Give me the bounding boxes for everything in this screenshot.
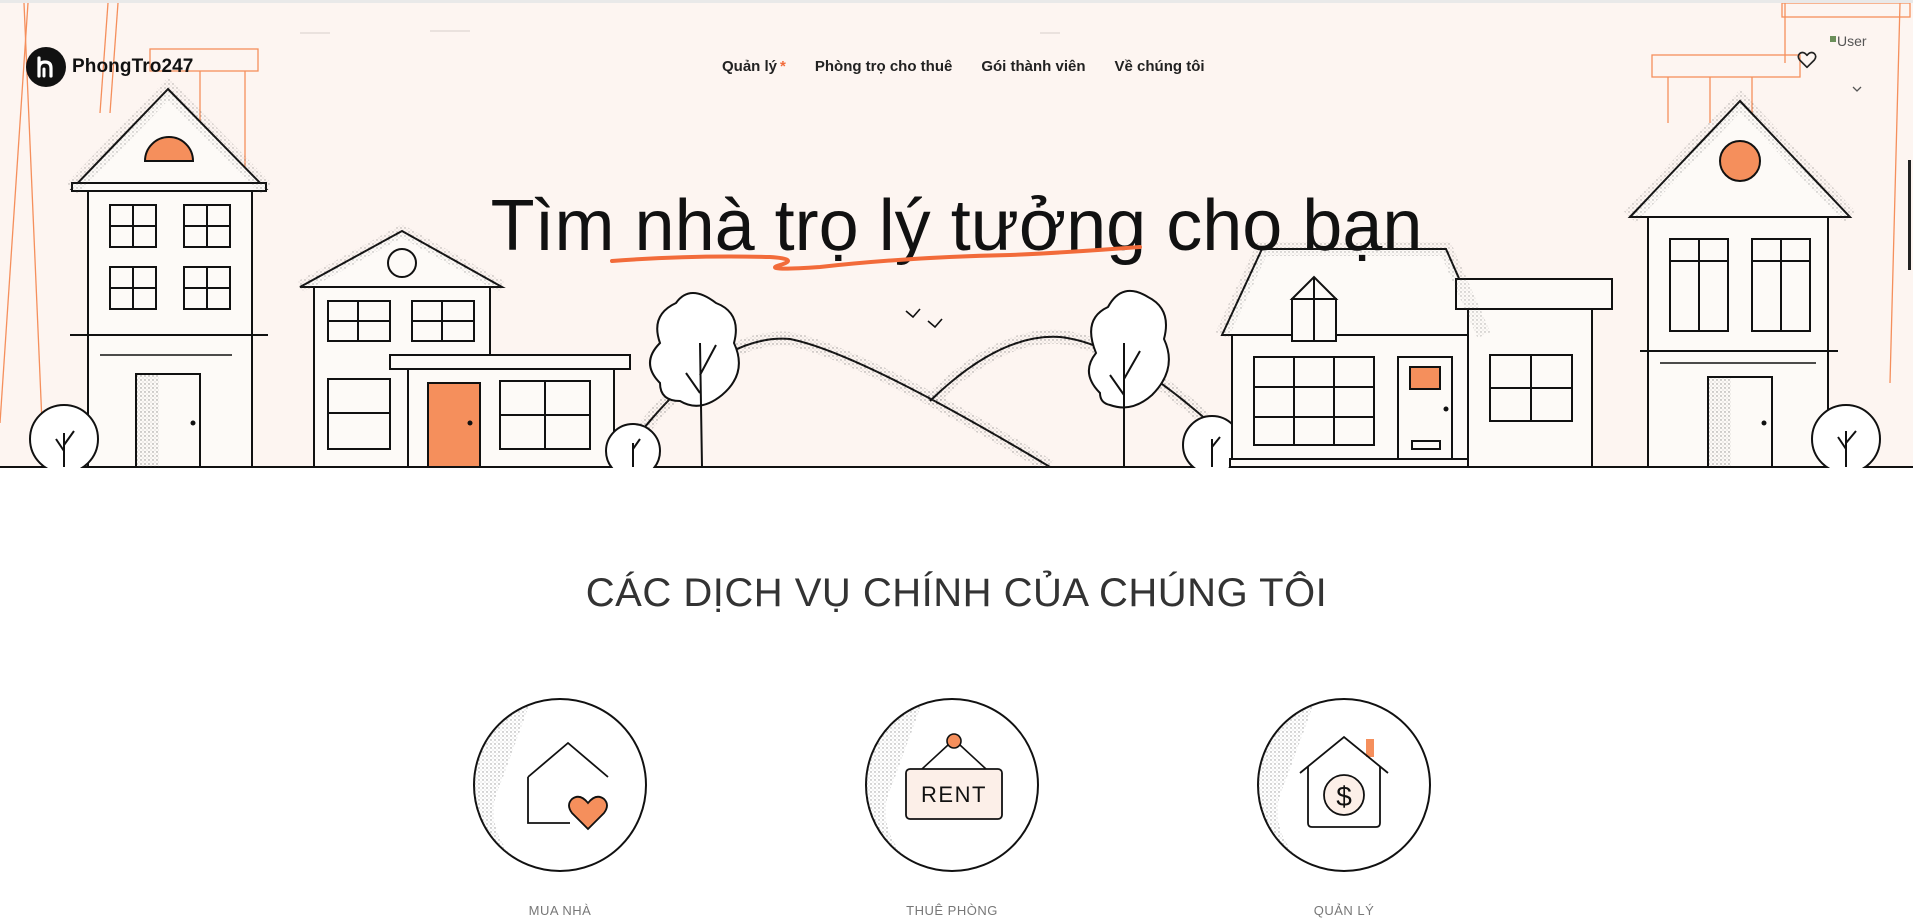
rent-sign-icon: RENT <box>865 698 1039 872</box>
service-label: QUẢN LÝ <box>1313 903 1375 918</box>
main-nav: Quản lý * Phòng trọ cho thuê Gói thành vi… <box>722 58 1234 75</box>
brand-name: PhongTro247 <box>72 56 194 77</box>
favorites-heart-icon[interactable] <box>1796 49 1820 73</box>
service-rent-room[interactable]: RENT THUÊ PHÒNG <box>862 695 1042 918</box>
house-dollar-icon: $ <box>1257 698 1431 872</box>
avatar-alt-text: User <box>1837 33 1867 49</box>
nav-item-quan-ly[interactable]: Quản lý * <box>722 58 786 75</box>
service-label: THUÊ PHÒNG <box>906 903 998 918</box>
services-section-title: CÁC DỊCH VỤ CHÍNH CỦA CHÚNG TÔI <box>585 571 1328 615</box>
hero-banner: PhongTro247 Quản lý * Phòng trọ cho thuê … <box>0 0 1913 468</box>
house-heart-icon <box>473 698 647 872</box>
logo-mark-icon <box>26 47 66 87</box>
nav-item-goi-thanh-vien[interactable]: Gói thành viên <box>981 58 1085 75</box>
rent-sign-text: RENT <box>921 782 987 807</box>
nav-item-ve-chung-toi[interactable]: Về chúng tôi <box>1115 58 1205 75</box>
nav-item-label: Quản lý <box>722 58 778 75</box>
brand-logo[interactable]: PhongTro247 <box>26 47 193 87</box>
service-buy-house[interactable]: MUA NHÀ <box>470 695 650 918</box>
chevron-down-icon[interactable] <box>1851 85 1863 93</box>
nav-item-phong-tro[interactable]: Phòng trọ cho thuê <box>815 58 952 75</box>
underline-scribble <box>610 245 1142 271</box>
service-manage[interactable]: $ QUẢN LÝ <box>1254 695 1434 918</box>
scrollbar-thumb[interactable] <box>1908 160 1911 270</box>
broken-image-icon <box>1830 36 1836 42</box>
new-marker: * <box>780 58 786 75</box>
user-avatar[interactable]: User <box>1830 33 1867 49</box>
service-label: MUA NHÀ <box>528 903 592 918</box>
dollar-symbol: $ <box>1336 781 1352 812</box>
